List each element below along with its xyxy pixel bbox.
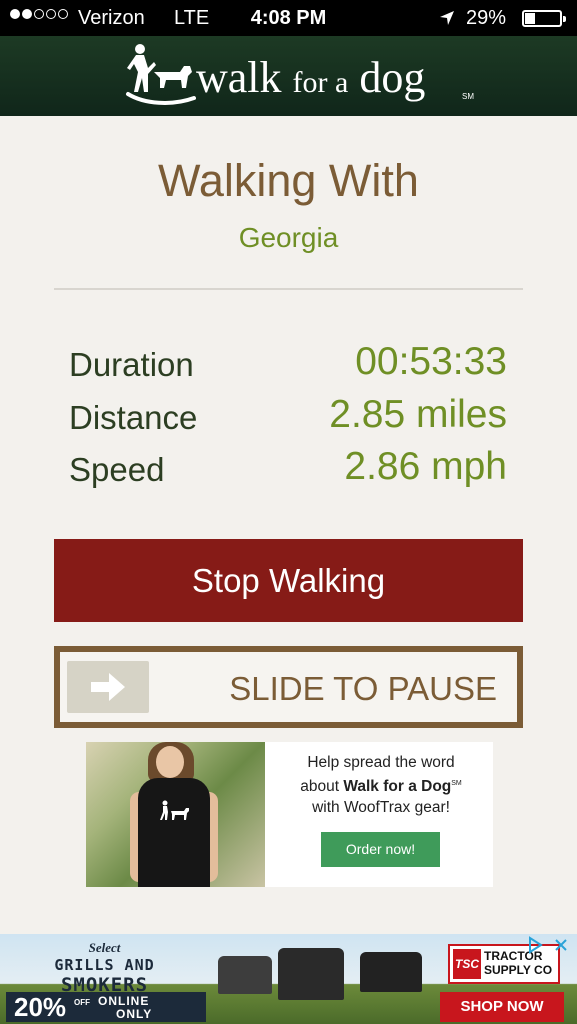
dog-name: Georgia <box>238 222 339 253</box>
status-bar: Verizon LTE 4:08 PM 29% <box>0 0 577 36</box>
ad-online: ONLINE <box>98 994 150 1008</box>
app-header: walk for a dog SM <box>0 36 577 116</box>
tsc-name-line-2: SUPPLY CO <box>484 963 553 977</box>
distance-label: Distance <box>69 399 198 436</box>
order-now-button[interactable]: Order now! <box>321 832 440 867</box>
battery-percent: 29% <box>466 7 507 29</box>
stop-walking-button[interactable]: Stop Walking <box>54 539 523 622</box>
banner-ad[interactable]: Select GRILLS AND SMOKERS 20% OFF ONLINE… <box>0 934 577 1024</box>
distance-value: 2.85 miles <box>329 393 507 436</box>
ad-select-text: Select <box>88 940 121 955</box>
brand-word-walk: walk <box>196 53 282 102</box>
tshirt-model-photo <box>86 742 265 887</box>
divider <box>54 288 523 290</box>
battery-icon <box>522 10 566 27</box>
close-icon[interactable] <box>552 936 570 954</box>
promo-line-2-prefix: about <box>300 778 344 796</box>
page-title: Walking With <box>158 155 419 206</box>
slide-to-pause-slider[interactable]: SLIDE TO PAUSE <box>54 646 523 728</box>
ad-offer: 20% OFF ONLINE ONLY <box>6 992 206 1022</box>
arrow-right-icon <box>91 673 125 701</box>
speed-label: Speed <box>69 451 165 488</box>
grill-image <box>278 948 344 1000</box>
ad-only: ONLY <box>116 1007 153 1021</box>
shop-now-button[interactable]: SHOP NOW <box>440 992 564 1022</box>
ad-line-1: GRILLS AND <box>54 956 155 974</box>
location-arrow-icon <box>440 11 454 25</box>
slider-handle[interactable] <box>67 661 149 713</box>
ad-percent: 20% <box>14 992 67 1022</box>
brand-word-for-a: for a <box>292 66 349 99</box>
shirt-logo-icon <box>160 800 189 820</box>
ad-headline: Select GRILLS AND SMOKERS <box>2 940 207 996</box>
speed-value: 2.86 mph <box>344 445 507 488</box>
brand-word-dog: dog <box>359 53 426 102</box>
promo-service-mark: SM <box>451 780 462 787</box>
tsc-badge: TSC <box>453 949 481 979</box>
gear-promo[interactable]: Help spread the word about Walk for a Do… <box>86 742 493 887</box>
brand-wordmark: walk for a dog <box>196 52 425 103</box>
promo-brand-name: Walk for a Dog <box>343 778 452 796</box>
adchoices-icon[interactable] <box>526 936 544 954</box>
walker-with-dog-logo-icon <box>126 44 196 105</box>
ad-off: OFF <box>74 998 90 1007</box>
grill-image <box>360 952 422 992</box>
duration-label: Duration <box>69 346 194 383</box>
promo-text: Help spread the word about Walk for a Do… <box>276 752 486 818</box>
grill-image <box>218 956 272 994</box>
service-mark: SM <box>462 92 474 101</box>
promo-line-1: Help spread the word <box>307 754 455 771</box>
duration-value: 00:53:33 <box>355 340 507 383</box>
promo-line-3: with WoofTrax gear! <box>312 799 450 817</box>
promo-line-2: about Walk for a DogSM <box>276 773 486 797</box>
slider-label: SLIDE TO PAUSE <box>229 670 497 707</box>
